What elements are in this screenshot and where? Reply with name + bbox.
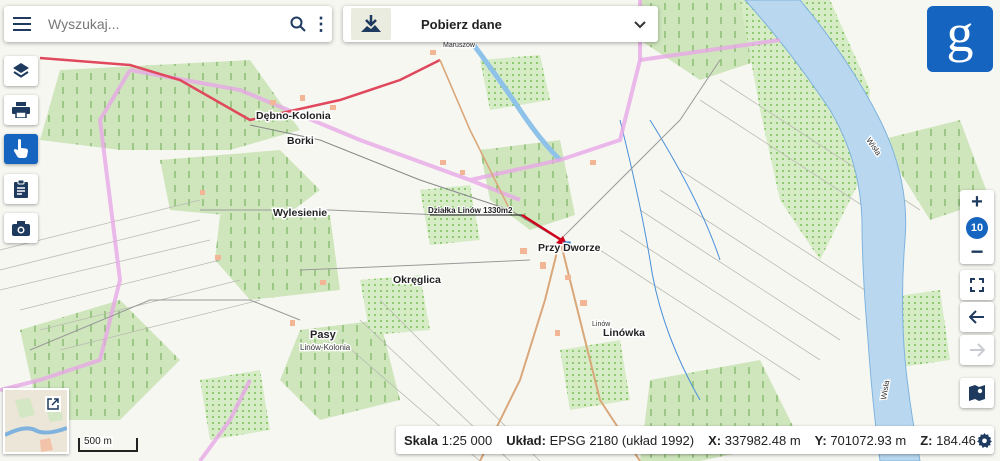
chevron-down-icon[interactable]: [622, 16, 658, 32]
fullscreen-button[interactable]: [960, 270, 994, 300]
place-label-debno-kolonia: Dębno-Kolonia: [256, 110, 331, 122]
arrow-right-icon: [970, 343, 985, 357]
pointer-hand-icon: [13, 139, 28, 158]
settings-gear-icon[interactable]: [976, 432, 994, 448]
search-icon[interactable]: [286, 6, 310, 42]
expand-overview-icon[interactable]: [45, 396, 61, 412]
menu-icon[interactable]: [4, 6, 40, 42]
print-button[interactable]: [4, 95, 38, 125]
identify-button[interactable]: [4, 134, 38, 164]
zoom-out-button[interactable]: −: [960, 239, 994, 264]
y-coordinate: Y: 701072.93 m: [814, 432, 907, 448]
print-icon: [12, 102, 30, 118]
place-label-linow-small: Linów: [592, 321, 611, 328]
scale-info: Skala 1:25 000: [404, 432, 493, 448]
more-options-icon[interactable]: ⋮: [310, 6, 332, 42]
download-icon: [351, 8, 391, 40]
zoom-in-button[interactable]: +: [960, 190, 994, 214]
next-extent-button[interactable]: [960, 335, 994, 365]
zoom-controls: + 10 −: [960, 190, 994, 264]
map-canvas[interactable]: Dębno-Kolonia Borki Wylesienie Okręglica…: [0, 0, 1000, 461]
svg-text:g: g: [947, 11, 974, 63]
place-label-okreglica: Okręglica: [393, 274, 441, 286]
search-input[interactable]: [40, 9, 286, 39]
layers-button[interactable]: [4, 56, 38, 86]
fullscreen-icon: [970, 278, 984, 292]
screenshot-button[interactable]: [4, 213, 38, 243]
place-label-borki: Borki: [287, 135, 314, 147]
scale-bar: 500 m: [78, 436, 138, 452]
place-label-linow-kolonia: Linów-Kolonia: [300, 343, 351, 352]
layers-icon: [13, 63, 29, 78]
z-coordinate: Z: 184.46: [920, 432, 976, 448]
overview-map[interactable]: [3, 388, 69, 454]
search-box: ⋮: [4, 6, 332, 42]
place-label-pasy: Pasy: [310, 329, 337, 341]
arrow-left-icon: [969, 310, 984, 324]
crs-info[interactable]: Układ: EPSG 2180 (układ 1992): [492, 433, 694, 448]
place-label-przy-dworze: Przy Dworze: [538, 242, 601, 254]
camera-icon: [12, 220, 30, 236]
parcel-label: Działka Linów 1330m2: [428, 206, 513, 215]
x-coordinate: X: 337982.48 m: [708, 432, 801, 448]
previous-extent-button[interactable]: [960, 302, 994, 332]
street-view-button[interactable]: [960, 378, 994, 408]
download-label: Pobierz dane: [421, 16, 502, 32]
geoportal-logo[interactable]: g: [927, 6, 993, 72]
place-label-wylesienie: Wylesienie: [273, 207, 327, 219]
status-bar: Skala 1:25 000 Układ: EPSG 2180 (układ 1…: [396, 426, 994, 454]
map-person-icon: [969, 385, 985, 401]
place-label-maruszow: Maruszów: [443, 42, 476, 49]
place-label-linowka: Linówka: [603, 327, 645, 339]
download-data-panel[interactable]: Pobierz dane: [343, 6, 658, 42]
scale-bar-label: 500 m: [83, 436, 113, 447]
clipboard-icon: [14, 180, 28, 198]
clipboard-button[interactable]: [4, 174, 38, 204]
zoom-level-badge: 10: [966, 217, 988, 239]
